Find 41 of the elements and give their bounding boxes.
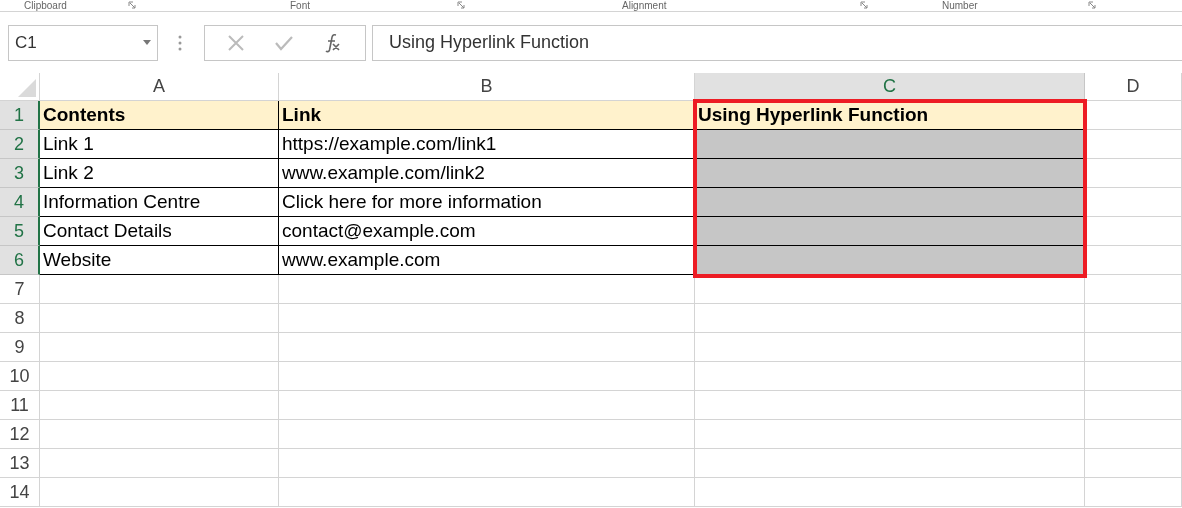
formula-bar[interactable]: Using Hyperlink Function [372,24,1182,61]
table-cell: Link 2 [40,159,279,188]
function-icon[interactable] [322,32,343,53]
row-header[interactable]: 5 [0,217,40,246]
ribbon-group-label: Clipboard [24,0,67,11]
dialog-launcher-icon[interactable] [128,1,136,9]
row-header[interactable]: 7 [0,275,40,304]
dialog-launcher-icon[interactable] [860,1,868,9]
header-cell: Link [279,101,695,130]
header-cell: Using Hyperlink Function [695,101,1085,130]
dialog-launcher-icon[interactable] [457,1,465,9]
dropdown-caret-icon[interactable] [143,40,151,45]
row-header[interactable]: 11 [0,391,40,420]
column-header[interactable]: D [1085,73,1182,101]
row-header[interactable]: 9 [0,333,40,362]
ribbon-group-label: Number [942,0,978,11]
table-cell: Link 1 [40,130,279,159]
checkmark-icon[interactable] [274,34,294,51]
row-header[interactable]: 12 [0,420,40,449]
row-header[interactable]: 10 [0,362,40,391]
row-header[interactable]: 2 [0,130,40,159]
ribbon-group-label: Font [290,0,310,11]
row-header[interactable]: 4 [0,188,40,217]
column-header[interactable]: B [279,73,695,101]
table-cell: Contact Details [40,217,279,246]
row-header[interactable]: 1 [0,101,40,130]
header-cell: Contents [40,101,279,130]
row-header[interactable]: 8 [0,304,40,333]
column-header[interactable]: A [40,73,279,101]
row-header[interactable]: 14 [0,478,40,507]
table-cell: Information Centre [40,188,279,217]
row-header[interactable]: 3 [0,159,40,188]
column-header[interactable]: C [695,73,1085,101]
close-icon[interactable] [227,33,246,52]
dialog-launcher-icon[interactable] [1088,1,1096,9]
table-cell: Website [40,246,279,275]
row-header[interactable]: 13 [0,449,40,478]
name-box[interactable]: C1 [8,24,158,61]
ribbon-group-label: Alignment [622,0,667,11]
row-header[interactable]: 6 [0,246,40,275]
more-options-icon[interactable] [178,33,182,52]
